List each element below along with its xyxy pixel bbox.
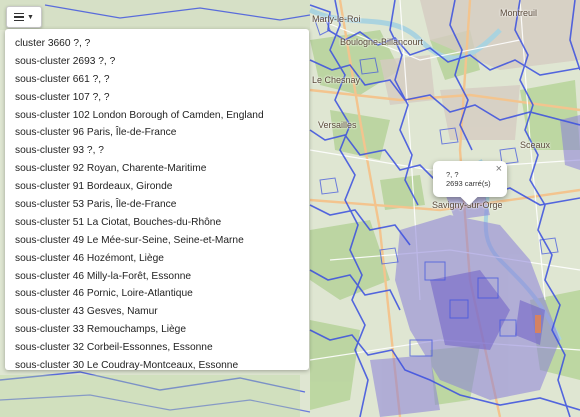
cluster-list-panel: cluster 3660 ?, ? sous-cluster 2693 ?, ?… (5, 29, 309, 370)
cluster-list-item[interactable]: sous-cluster 107 ?, ? (5, 89, 309, 107)
caret-down-icon: ▼ (27, 13, 34, 21)
cluster-list-item[interactable]: sous-cluster 96 Paris, Île-de-France (5, 124, 309, 142)
cluster-list-item[interactable]: sous-cluster 30 Le Coudray-Montceaux, Es… (5, 357, 309, 370)
map-label: Marly-le-Roi (312, 14, 361, 24)
cluster-list-item[interactable]: sous-cluster 46 Hozémont, Liège (5, 250, 309, 268)
popup-location: ?, ? (446, 170, 459, 179)
cluster-list-item[interactable]: cluster 3660 ?, ? (5, 35, 309, 53)
cluster-list-toggle-button[interactable]: ▼ (6, 6, 42, 28)
map-label: Montreuil (500, 8, 538, 18)
cluster-list-item[interactable]: sous-cluster 102 London Borough of Camde… (5, 107, 309, 125)
cluster-list-item[interactable]: sous-cluster 43 Gesves, Namur (5, 303, 309, 321)
cluster-list-item[interactable]: sous-cluster 93 ?, ? (5, 142, 309, 160)
map-label: Boulogne-Billancourt (340, 37, 424, 47)
map-label: Versailles (318, 120, 357, 130)
cluster-list-item[interactable]: sous-cluster 2693 ?, ? (5, 53, 309, 71)
cluster-list-item[interactable]: sous-cluster 46 Milly-la-Forêt, Essonne (5, 268, 309, 286)
cluster-list-item[interactable]: sous-cluster 46 Pornic, Loire-Atlantique (5, 285, 309, 303)
cluster-list-item[interactable]: sous-cluster 661 ?, ? (5, 71, 309, 89)
cluster-list-item[interactable]: sous-cluster 51 La Ciotat, Bouches-du-Rh… (5, 214, 309, 232)
cluster-list-item[interactable]: sous-cluster 53 Paris, Île-de-France (5, 196, 309, 214)
popup-square-count: 2693 carré(s) (446, 179, 491, 188)
cluster-list-item[interactable]: sous-cluster 91 Bordeaux, Gironde (5, 178, 309, 196)
cluster-popup: × ?, ? 2693 carré(s) (433, 161, 507, 206)
cluster-list-item[interactable]: sous-cluster 32 Corbeil-Essonnes, Essonn… (5, 339, 309, 357)
cluster-list-item[interactable]: sous-cluster 33 Remouchamps, Liège (5, 321, 309, 339)
list-icon (14, 11, 25, 24)
cluster-list: cluster 3660 ?, ? sous-cluster 2693 ?, ?… (5, 29, 309, 370)
map-label: Le Chesnay (312, 75, 361, 85)
cluster-list-item[interactable]: sous-cluster 92 Royan, Charente-Maritime (5, 160, 309, 178)
map-label: Sceaux (520, 140, 551, 150)
cluster-list-item[interactable]: sous-cluster 49 Le Mée-sur-Seine, Seine-… (5, 232, 309, 250)
